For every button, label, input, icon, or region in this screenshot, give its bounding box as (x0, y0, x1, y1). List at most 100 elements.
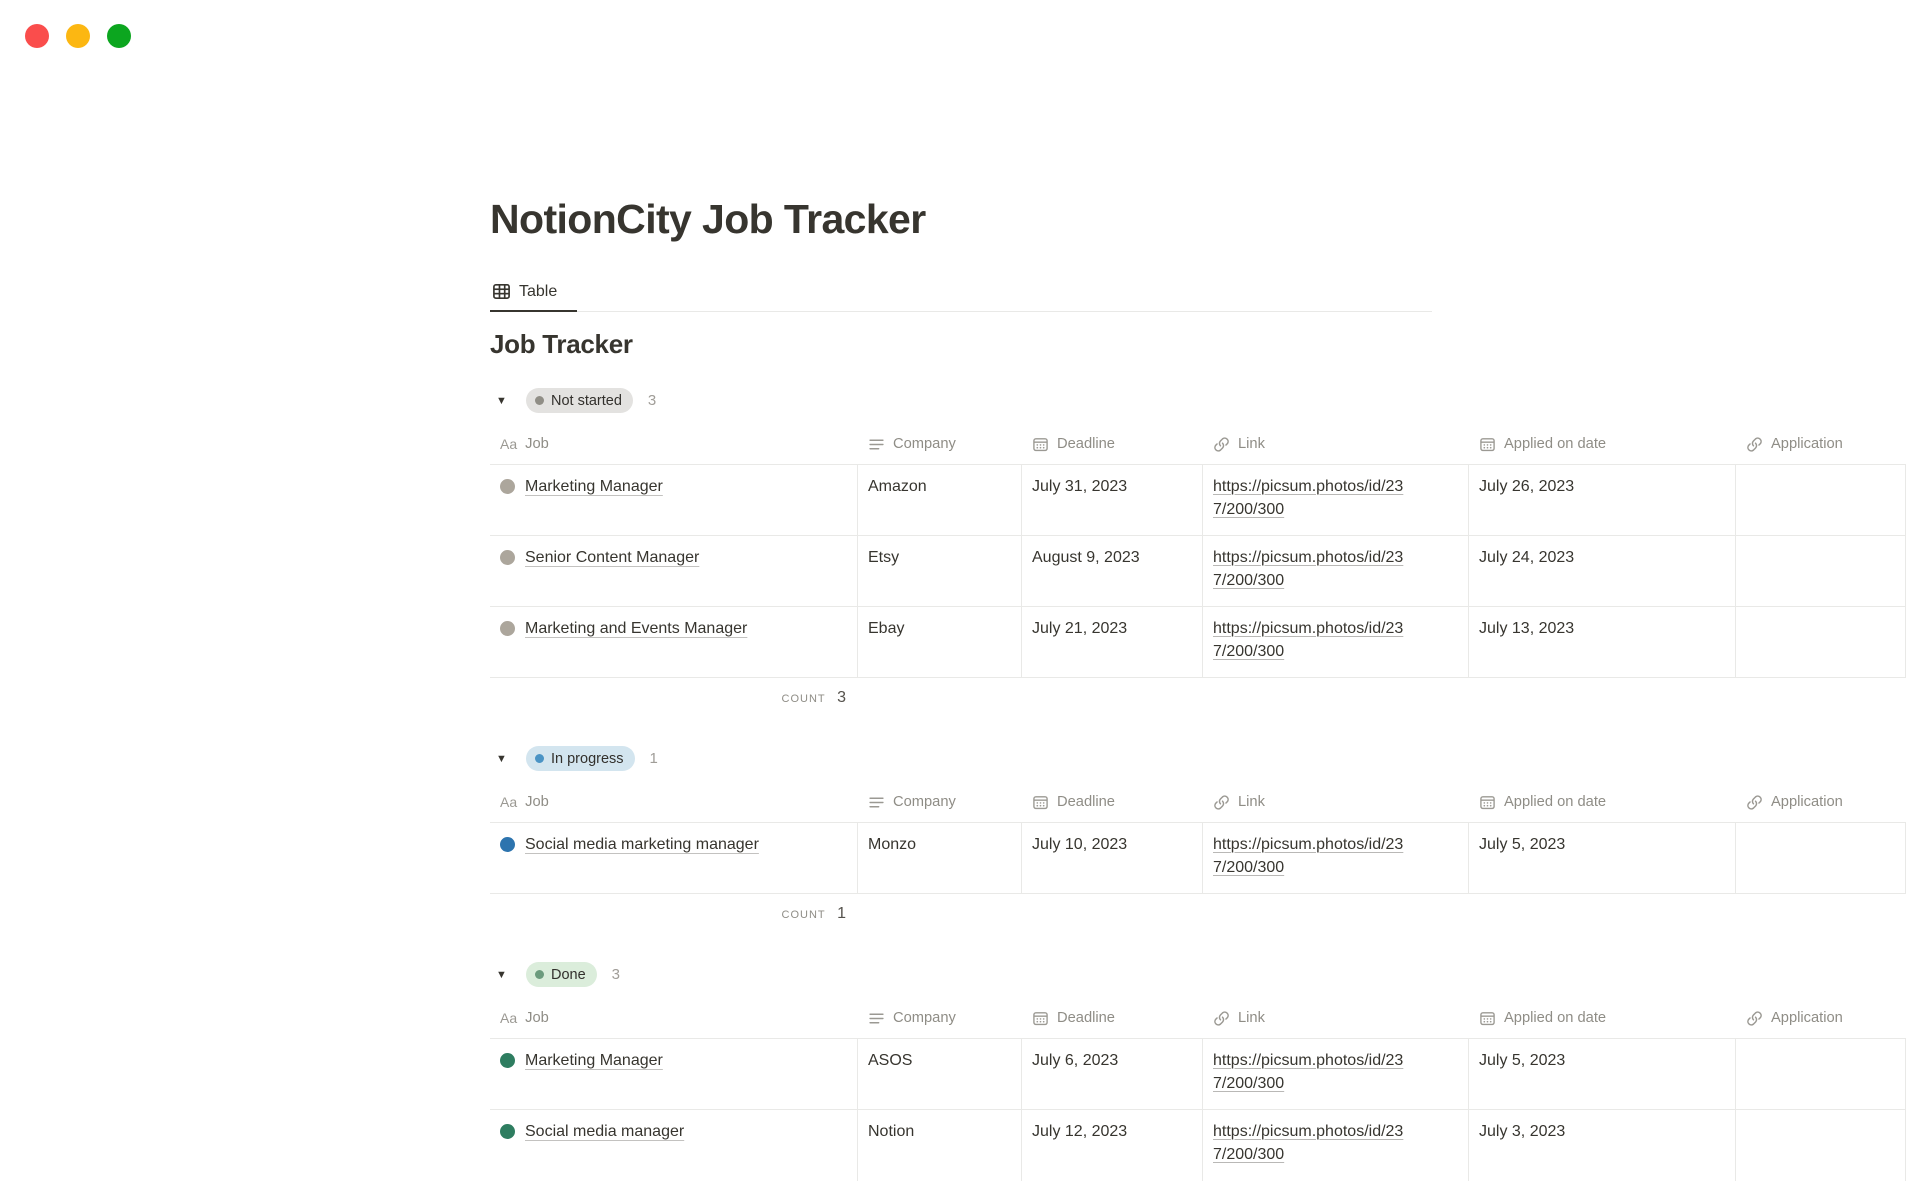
applied-on-date-cell[interactable]: July 13, 2023 (1469, 607, 1736, 677)
applied-on-date-cell[interactable]: July 26, 2023 (1469, 465, 1736, 535)
column-header-application[interactable]: Application (1736, 425, 1906, 464)
applied-on-date-cell[interactable]: July 5, 2023 (1469, 1039, 1736, 1109)
job-cell[interactable]: Social media manager (490, 1110, 858, 1181)
company-cell[interactable]: Etsy (858, 536, 1022, 606)
column-header-applied-on-date[interactable]: Applied on date (1469, 425, 1736, 464)
status-pill[interactable]: In progress (526, 746, 635, 771)
column-header-application[interactable]: Application (1736, 783, 1906, 822)
company-cell[interactable]: Notion (858, 1110, 1022, 1181)
column-header-link[interactable]: Link (1203, 783, 1469, 822)
status-pill[interactable]: Done (526, 962, 597, 987)
table-icon (492, 282, 511, 301)
close-button[interactable] (25, 24, 49, 48)
text-type-icon: Aa (500, 794, 517, 811)
link-cell[interactable]: https://picsum.photos/id/23 7/200/300 (1203, 823, 1469, 893)
job-cell[interactable]: Marketing Manager (490, 1039, 858, 1109)
column-header-company[interactable]: Company (858, 425, 1022, 464)
job-title-link[interactable]: Social media marketing manager (525, 833, 759, 856)
link-cell[interactable]: https://picsum.photos/id/23 7/200/300 (1203, 607, 1469, 677)
column-header-company[interactable]: Company (858, 999, 1022, 1038)
url-link[interactable]: https://picsum.photos/id/23 (1213, 475, 1403, 498)
group-header: ▼ In progress 1 (490, 745, 1906, 773)
deadline-cell[interactable]: July 31, 2023 (1022, 465, 1203, 535)
url-link[interactable]: 7/200/300 (1213, 569, 1284, 592)
deadline-cell[interactable]: August 9, 2023 (1022, 536, 1203, 606)
count-footer[interactable]: COUNT 3 (490, 678, 858, 718)
url-link[interactable]: 7/200/300 (1213, 498, 1284, 521)
applied-on-date-cell[interactable]: July 24, 2023 (1469, 536, 1736, 606)
minimize-button[interactable] (66, 24, 90, 48)
column-label: Job (525, 794, 549, 810)
application-cell[interactable] (1736, 823, 1906, 893)
column-header-job[interactable]: Aa Job (490, 783, 858, 822)
link-cell[interactable]: https://picsum.photos/id/23 7/200/300 (1203, 465, 1469, 535)
column-label: Link (1238, 794, 1265, 810)
job-cell[interactable]: Senior Content Manager (490, 536, 858, 606)
company-cell[interactable]: Ebay (858, 607, 1022, 677)
count-footer[interactable]: COUNT 3 (490, 1190, 858, 1200)
column-header-job[interactable]: Aa Job (490, 999, 858, 1038)
url-link[interactable]: https://picsum.photos/id/23 (1213, 546, 1403, 569)
company-cell[interactable]: Monzo (858, 823, 1022, 893)
job-cell[interactable]: Marketing and Events Manager (490, 607, 858, 677)
column-header-link[interactable]: Link (1203, 999, 1469, 1038)
company-cell[interactable]: ASOS (858, 1039, 1022, 1109)
column-header-company[interactable]: Company (858, 783, 1022, 822)
url-link[interactable]: 7/200/300 (1213, 856, 1284, 879)
url-link[interactable]: https://picsum.photos/id/23 (1213, 833, 1403, 856)
zoom-button[interactable] (107, 24, 131, 48)
deadline-cell[interactable]: July 10, 2023 (1022, 823, 1203, 893)
link-icon (1213, 1010, 1230, 1027)
url-link[interactable]: 7/200/300 (1213, 640, 1284, 663)
job-cell[interactable]: Social media marketing manager (490, 823, 858, 893)
url-link[interactable]: https://picsum.photos/id/23 (1213, 1120, 1403, 1143)
column-label: Application (1771, 794, 1843, 810)
status-pill[interactable]: Not started (526, 388, 633, 413)
application-cell[interactable] (1736, 607, 1906, 677)
column-header-link[interactable]: Link (1203, 425, 1469, 464)
company-cell[interactable]: Amazon (858, 465, 1022, 535)
job-title-link[interactable]: Social media manager (525, 1120, 684, 1143)
notion-window: NotionCity Job Tracker Table Job Tracker (0, 0, 1920, 1200)
applied-on-date-cell[interactable]: July 3, 2023 (1469, 1110, 1736, 1181)
deadline-cell[interactable]: July 21, 2023 (1022, 607, 1203, 677)
collapse-toggle-button[interactable]: ▼ (490, 395, 514, 407)
collapse-toggle-button[interactable]: ▼ (490, 969, 514, 981)
application-cell[interactable] (1736, 465, 1906, 535)
column-header-applied-on-date[interactable]: Applied on date (1469, 999, 1736, 1038)
column-header-application[interactable]: Application (1736, 999, 1906, 1038)
url-link[interactable]: 7/200/300 (1213, 1143, 1284, 1166)
column-header-deadline[interactable]: Deadline (1022, 783, 1203, 822)
table-header-row: Aa Job Company Deadline Link (490, 999, 1906, 1039)
url-link[interactable]: 7/200/300 (1213, 1072, 1284, 1095)
deadline-cell[interactable]: July 12, 2023 (1022, 1110, 1203, 1181)
application-cell[interactable] (1736, 1110, 1906, 1181)
group-in-progress: ▼ In progress 1 Aa Job Company (490, 745, 1906, 934)
job-title-link[interactable]: Marketing and Events Manager (525, 617, 747, 640)
url-link[interactable]: https://picsum.photos/id/23 (1213, 617, 1403, 640)
url-link[interactable]: https://picsum.photos/id/23 (1213, 1049, 1403, 1072)
column-label: Link (1238, 436, 1265, 452)
status-dot-icon (500, 550, 515, 565)
deadline-cell[interactable]: July 6, 2023 (1022, 1039, 1203, 1109)
applied-on-date-cell[interactable]: July 5, 2023 (1469, 823, 1736, 893)
job-title-link[interactable]: Marketing Manager (525, 475, 663, 498)
application-cell[interactable] (1736, 1039, 1906, 1109)
status-dot-icon (500, 479, 515, 494)
application-cell[interactable] (1736, 536, 1906, 606)
link-cell[interactable]: https://picsum.photos/id/23 7/200/300 (1203, 1039, 1469, 1109)
column-header-applied-on-date[interactable]: Applied on date (1469, 783, 1736, 822)
column-header-deadline[interactable]: Deadline (1022, 425, 1203, 464)
triangle-down-icon: ▼ (496, 753, 507, 765)
column-header-job[interactable]: Aa Job (490, 425, 858, 464)
link-cell[interactable]: https://picsum.photos/id/23 7/200/300 (1203, 1110, 1469, 1181)
status-dot-icon (535, 396, 544, 405)
column-header-deadline[interactable]: Deadline (1022, 999, 1203, 1038)
collapse-toggle-button[interactable]: ▼ (490, 753, 514, 765)
job-title-link[interactable]: Senior Content Manager (525, 546, 699, 569)
job-title-link[interactable]: Marketing Manager (525, 1049, 663, 1072)
link-cell[interactable]: https://picsum.photos/id/23 7/200/300 (1203, 536, 1469, 606)
count-footer[interactable]: COUNT 1 (490, 894, 858, 934)
job-cell[interactable]: Marketing Manager (490, 465, 858, 535)
tab-table[interactable]: Table (490, 276, 577, 312)
